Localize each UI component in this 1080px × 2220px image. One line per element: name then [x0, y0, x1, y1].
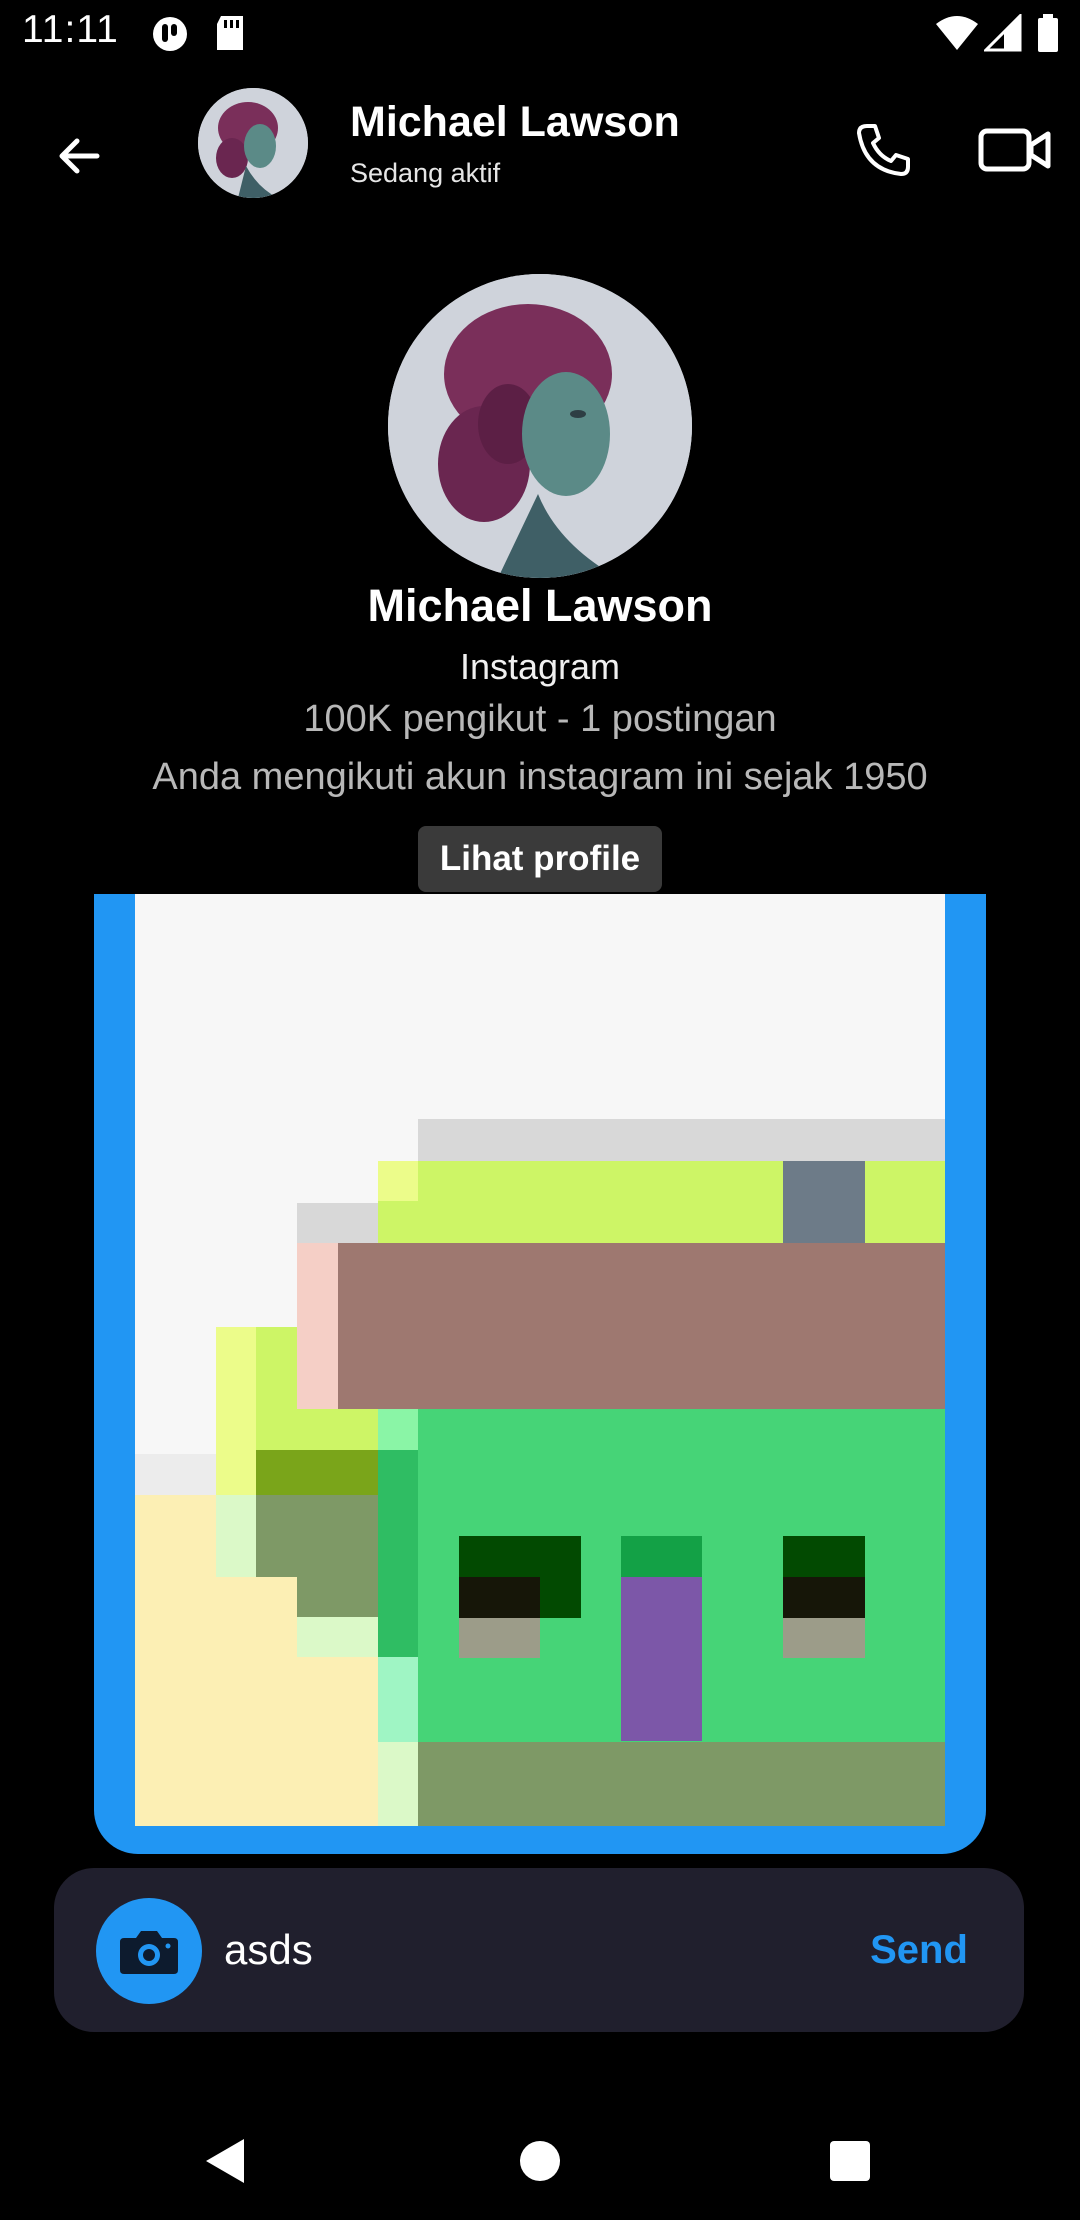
- nav-back-button[interactable]: [190, 2126, 260, 2196]
- profile-follow-note: Anda mengikuti akun instagram ini sejak …: [152, 756, 928, 798]
- profile-stats: 100K pengikut - 1 postingan: [303, 698, 777, 740]
- status-bar: 11:11: [0, 0, 1080, 68]
- view-profile-button[interactable]: Lihat profile: [418, 826, 662, 892]
- circle-home-icon: [520, 2141, 560, 2181]
- notification-app-icon: [150, 14, 190, 59]
- message-input[interactable]: [224, 1912, 784, 1988]
- voice-call-button[interactable]: [843, 110, 923, 190]
- back-button[interactable]: [38, 116, 118, 196]
- camera-button[interactable]: [96, 1898, 202, 2004]
- camera-icon: [120, 1931, 178, 1974]
- sd-card-icon: [213, 14, 247, 59]
- video-call-button[interactable]: [970, 110, 1060, 190]
- cell-signal-icon: [982, 12, 1024, 59]
- profile-avatar: [388, 274, 692, 578]
- header-contact-status: Sedang aktif: [350, 158, 501, 188]
- shared-image: [135, 894, 945, 1826]
- chat-header: Michael Lawson Sedang aktif: [0, 68, 1080, 218]
- wifi-icon: [934, 14, 980, 59]
- arrow-left-icon: [59, 138, 100, 174]
- system-navigation-bar: [0, 2096, 1080, 2220]
- profile-name: Michael Lawson: [367, 580, 713, 631]
- battery-icon: [1036, 14, 1060, 59]
- triangle-back-icon: [206, 2139, 244, 2183]
- phone-icon: [857, 124, 910, 176]
- chat-screen: 11:11 Michael Lawson Sedang aktif Michae…: [0, 0, 1080, 2220]
- status-time: 11:11: [22, 8, 119, 51]
- message-composer: Send: [54, 1868, 1024, 2032]
- header-contact-name: Michael Lawson: [350, 98, 680, 146]
- send-button[interactable]: Send: [854, 1912, 984, 1988]
- profile-source: Instagram: [459, 646, 621, 687]
- nav-home-button[interactable]: [505, 2126, 575, 2196]
- contact-avatar[interactable]: [198, 88, 308, 198]
- image-message-bubble[interactable]: [94, 894, 986, 1854]
- square-recents-icon: [830, 2141, 870, 2181]
- video-camera-icon: [978, 128, 1051, 172]
- nav-recents-button[interactable]: [815, 2126, 885, 2196]
